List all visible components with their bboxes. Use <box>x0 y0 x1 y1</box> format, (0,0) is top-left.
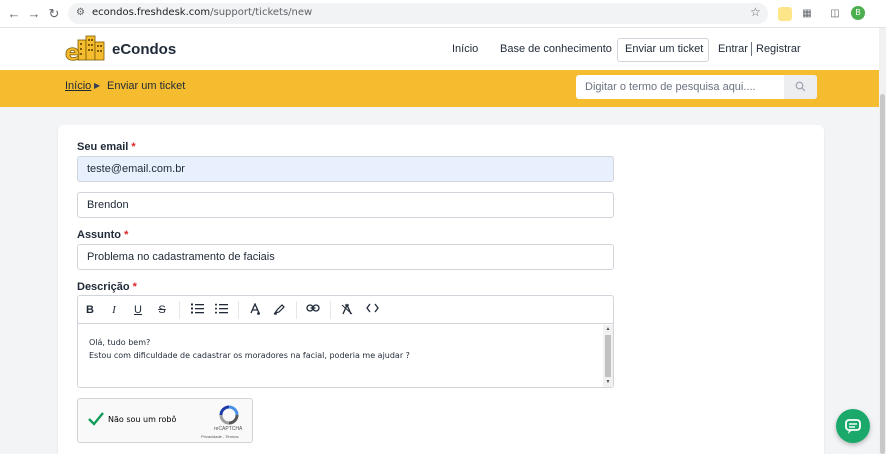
code-view-icon[interactable] <box>365 303 379 317</box>
page-scrollbar[interactable] <box>879 28 886 454</box>
recaptcha-privacy-links[interactable]: Privacidade - Termos <box>201 434 239 439</box>
nav-knowledge-base[interactable]: Base de conhecimento <box>500 43 612 55</box>
brand-name[interactable]: eCondos <box>112 41 176 58</box>
strikethrough-icon[interactable]: S <box>155 303 169 317</box>
editor-toolbar: B I U S <box>78 296 613 324</box>
bookmark-star-icon[interactable]: ☆ <box>750 5 761 19</box>
highlight-icon[interactable] <box>272 303 286 317</box>
recaptcha-label: Não sou um robô <box>108 415 177 424</box>
recaptcha-brand: reCAPTCHA <box>214 426 243 432</box>
toolbar-divider <box>238 301 239 319</box>
underline-icon[interactable]: U <box>131 303 145 317</box>
nav-inicio[interactable]: Início <box>452 43 478 55</box>
forward-icon[interactable]: → <box>26 6 42 22</box>
link-icon[interactable] <box>306 303 320 317</box>
breadcrumb-home[interactable]: Início <box>65 80 91 92</box>
search-box <box>576 75 817 99</box>
font-color-icon[interactable] <box>248 302 262 317</box>
site-info-icon[interactable]: ⚙ <box>76 7 88 19</box>
back-icon[interactable]: ← <box>6 6 22 22</box>
email-label: Seu email * <box>77 141 136 153</box>
description-label: Descrição * <box>77 281 137 293</box>
recaptcha-widget: Não sou um robô reCAPTCHA Privacidade - … <box>77 398 253 443</box>
chat-widget-button[interactable] <box>836 409 870 443</box>
clear-format-icon[interactable] <box>340 303 354 317</box>
subject-field[interactable]: Problema no cadastramento de faciais <box>77 244 614 270</box>
toolbar-divider <box>179 301 180 319</box>
breadcrumb-current: Enviar um ticket <box>107 80 186 92</box>
name-field[interactable]: Brendon <box>77 192 614 218</box>
nav-login[interactable]: Entrar <box>718 43 748 55</box>
site-header: e eCondos Início Base de conhecimento En… <box>0 28 886 70</box>
scroll-down-icon[interactable]: ▼ <box>604 379 612 385</box>
reload-icon[interactable]: ↻ <box>46 6 62 22</box>
url-text[interactable]: econdos.freshdesk.com/support/tickets/ne… <box>92 7 312 18</box>
editor-scrollbar[interactable]: ▲ ▼ <box>603 325 613 387</box>
search-input[interactable] <box>576 75 783 99</box>
ordered-list-icon[interactable] <box>190 303 204 317</box>
italic-icon[interactable]: I <box>107 303 121 317</box>
recaptcha-checkmark-icon[interactable] <box>87 410 105 428</box>
address-bar[interactable]: ⚙ econdos.freshdesk.com/support/tickets/… <box>68 3 768 24</box>
profile-avatar[interactable]: B <box>851 6 865 20</box>
side-panel-icon[interactable]: ◫ <box>828 7 842 21</box>
toolbar-divider <box>330 301 331 319</box>
description-text[interactable]: Olá, tudo bem? Estou com dificuldade de … <box>89 336 410 362</box>
bold-icon[interactable]: B <box>83 303 97 317</box>
recaptcha-logo-icon <box>219 405 239 425</box>
description-line: Olá, tudo bem? <box>89 338 151 347</box>
econdos-logo[interactable]: e <box>64 34 108 62</box>
description-line: Estou com dificuldade de cadastrar os mo… <box>89 351 410 360</box>
ticket-form-card: Seu email * teste@email.com.br Brendon A… <box>58 125 824 454</box>
breadcrumb-arrow-icon: ▶ <box>94 81 101 90</box>
extensions-puzzle-icon[interactable]: ▦ <box>800 7 814 21</box>
bullet-list-icon[interactable] <box>214 303 228 317</box>
browser-toolbar: ← → ↻ ⚙ econdos.freshdesk.com/support/ti… <box>0 0 886 28</box>
editor-scroll-thumb[interactable] <box>605 335 611 377</box>
chat-bubble-icon <box>845 419 861 434</box>
description-editor: B I U S Olá, tudo bem? Estou com dificul… <box>77 295 614 388</box>
nav-separator <box>751 42 752 56</box>
toolbar-divider <box>296 301 297 319</box>
search-icon[interactable] <box>784 75 817 99</box>
scroll-up-icon[interactable]: ▲ <box>604 326 612 332</box>
extension-icon[interactable] <box>778 7 792 21</box>
subject-label: Assunto * <box>77 229 129 241</box>
svg-text:e: e <box>65 41 80 62</box>
email-field[interactable]: teste@email.com.br <box>77 156 614 182</box>
breadcrumb-bar: Início ▶ Enviar um ticket <box>0 70 886 107</box>
nav-submit-ticket[interactable]: Enviar um ticket <box>625 43 703 55</box>
page-scroll-thumb[interactable] <box>880 94 885 454</box>
nav-register[interactable]: Registrar <box>756 43 801 55</box>
